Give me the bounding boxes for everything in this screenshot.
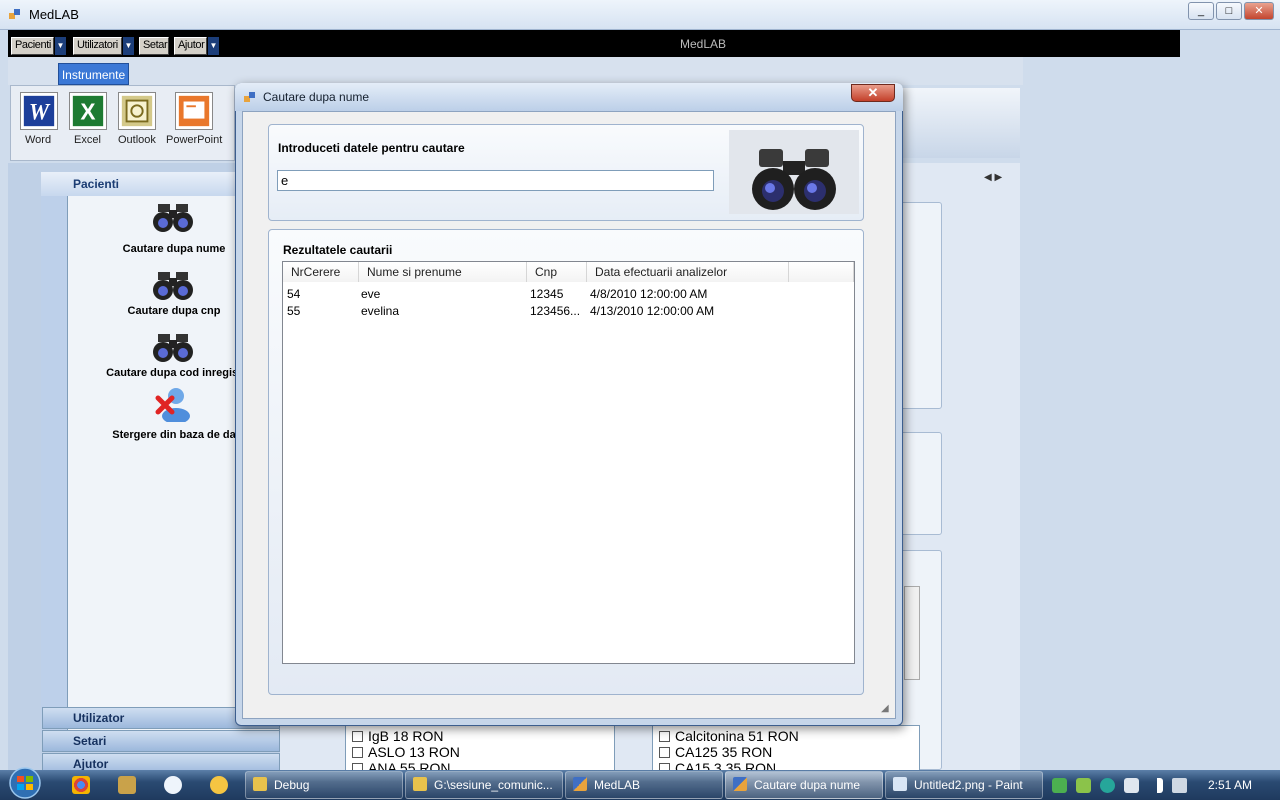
smiley-icon[interactable]: [210, 776, 228, 794]
task-debug[interactable]: Debug: [245, 771, 403, 799]
search-label: Introduceti datele pentru cautare: [278, 141, 465, 155]
scrollbar[interactable]: [904, 586, 920, 680]
app-icon: [9, 9, 20, 19]
cell-cnp: 123456...: [530, 304, 581, 318]
ribbon-strip: [8, 57, 1023, 85]
maximize-button[interactable]: □: [1216, 2, 1242, 20]
checkbox[interactable]: [352, 747, 363, 758]
cell-nrcerere: 54: [287, 287, 301, 301]
window-title: MedLAB: [29, 7, 79, 22]
list-item[interactable]: IgB 18 RON: [352, 728, 608, 744]
results-label: Rezultatele cautarii: [283, 243, 393, 257]
task-paint[interactable]: Untitled2.png - Paint: [885, 771, 1043, 799]
tab-instrumente[interactable]: Instrumente: [58, 63, 129, 85]
cell-nume: eve: [361, 287, 381, 301]
pen-tool-icon[interactable]: [118, 776, 136, 794]
start-button-icon[interactable]: [2, 766, 48, 800]
close-button[interactable]: ✕: [1244, 2, 1274, 20]
binoculars-icon[interactable]: [152, 328, 194, 364]
menu-ajutor[interactable]: Ajutor: [174, 37, 207, 55]
binoculars-icon[interactable]: [152, 198, 194, 234]
task-medlab[interactable]: MedLAB: [565, 771, 723, 799]
search-input[interactable]: [277, 170, 714, 191]
list-item[interactable]: CA125 35 RON: [659, 744, 913, 760]
outlook-icon[interactable]: [118, 92, 156, 130]
chat-icon[interactable]: [164, 776, 182, 794]
menubar-title: MedLAB: [680, 37, 727, 51]
tray-icon[interactable]: [1100, 778, 1115, 793]
powerpoint-label: PowerPoint: [166, 134, 223, 146]
folder-icon: [253, 777, 267, 791]
delete-user-icon[interactable]: [152, 386, 194, 422]
checkbox[interactable]: [659, 731, 670, 742]
menu-pacienti[interactable]: Pacienti: [11, 37, 54, 55]
folder-icon: [413, 777, 427, 791]
list-item[interactable]: ASLO 13 RON: [352, 744, 608, 760]
chevron-down-icon[interactable]: ▼: [208, 37, 219, 55]
sidebar-strip: [41, 172, 68, 735]
column-header-nrcerere[interactable]: NrCerere: [283, 262, 359, 282]
svg-text:W: W: [29, 100, 51, 125]
outlook-label: Outlook: [118, 134, 156, 146]
content-panel: [900, 202, 942, 409]
minimize-button[interactable]: _: [1188, 2, 1214, 20]
menu-utilizatori[interactable]: Utilizatori: [73, 37, 122, 55]
tray-icon[interactable]: [1124, 778, 1139, 793]
main-titlebar: [0, 0, 1280, 30]
app-icon: [244, 92, 255, 102]
dialog-close-button[interactable]: ✕: [851, 84, 895, 102]
column-header-cnp[interactable]: Cnp: [527, 262, 587, 282]
checkbox[interactable]: [352, 731, 363, 742]
checkbox[interactable]: [659, 747, 670, 758]
content-panel: [900, 432, 942, 535]
powerpoint-icon[interactable]: [175, 92, 213, 130]
task-folder[interactable]: G:\sesiune_comunic...: [405, 771, 563, 799]
analysis-list-left: IgB 18 RON ASLO 13 RON ANA 55 RON: [345, 725, 615, 776]
app-icon: [573, 777, 587, 791]
sidebar-section-setari[interactable]: Setari: [42, 730, 280, 752]
excel-icon[interactable]: X: [69, 92, 107, 130]
chevron-down-icon[interactable]: ▼: [55, 37, 66, 55]
tray-icon[interactable]: [1076, 778, 1091, 793]
word-label: Word: [25, 134, 52, 146]
task-cautare[interactable]: Cautare dupa nume: [725, 771, 883, 799]
binoculars-icon: [752, 149, 836, 210]
cell-nrcerere: 55: [287, 304, 301, 318]
analysis-list-right: Calcitonina 51 RON CA125 35 RON CA15 3 3…: [652, 725, 920, 776]
cell-nume: evelina: [361, 304, 400, 318]
word-icon[interactable]: W: [20, 92, 58, 130]
dialog-title: Cautare dupa nume: [263, 90, 370, 104]
cell-data: 4/13/2010 12:00:00 AM: [590, 304, 715, 318]
binoculars-icon[interactable]: [152, 266, 194, 302]
column-header-data[interactable]: Data efectuarii analizelor: [587, 262, 789, 282]
column-header-nume[interactable]: Nume si prenume: [359, 262, 527, 282]
cell-data: 4/8/2010 12:00:00 AM: [590, 287, 708, 301]
network-icon[interactable]: [1148, 778, 1163, 793]
column-header-empty: [789, 262, 854, 282]
volume-icon[interactable]: [1172, 778, 1187, 793]
clock[interactable]: 2:51 AM: [1208, 778, 1252, 792]
tray-icon[interactable]: [1052, 778, 1067, 793]
svg-text:X: X: [80, 99, 95, 125]
list-item[interactable]: Calcitonina 51 RON: [659, 728, 913, 744]
chrome-icon[interactable]: [72, 776, 90, 794]
results-listview[interactable]: [282, 261, 855, 664]
sidebar-header-label: Pacienti: [73, 177, 120, 191]
chevron-down-icon[interactable]: ▼: [123, 37, 134, 55]
paint-icon: [893, 777, 907, 791]
tab-scroll-arrows[interactable]: ◀ ▶: [984, 172, 1002, 183]
resize-grip-icon[interactable]: ◢: [881, 703, 895, 717]
toolbar-extension: [900, 88, 1020, 158]
excel-label: Excel: [74, 134, 101, 146]
menu-setari[interactable]: Setari: [139, 37, 169, 55]
cell-cnp: 12345: [530, 287, 564, 301]
app-icon: [733, 777, 747, 791]
